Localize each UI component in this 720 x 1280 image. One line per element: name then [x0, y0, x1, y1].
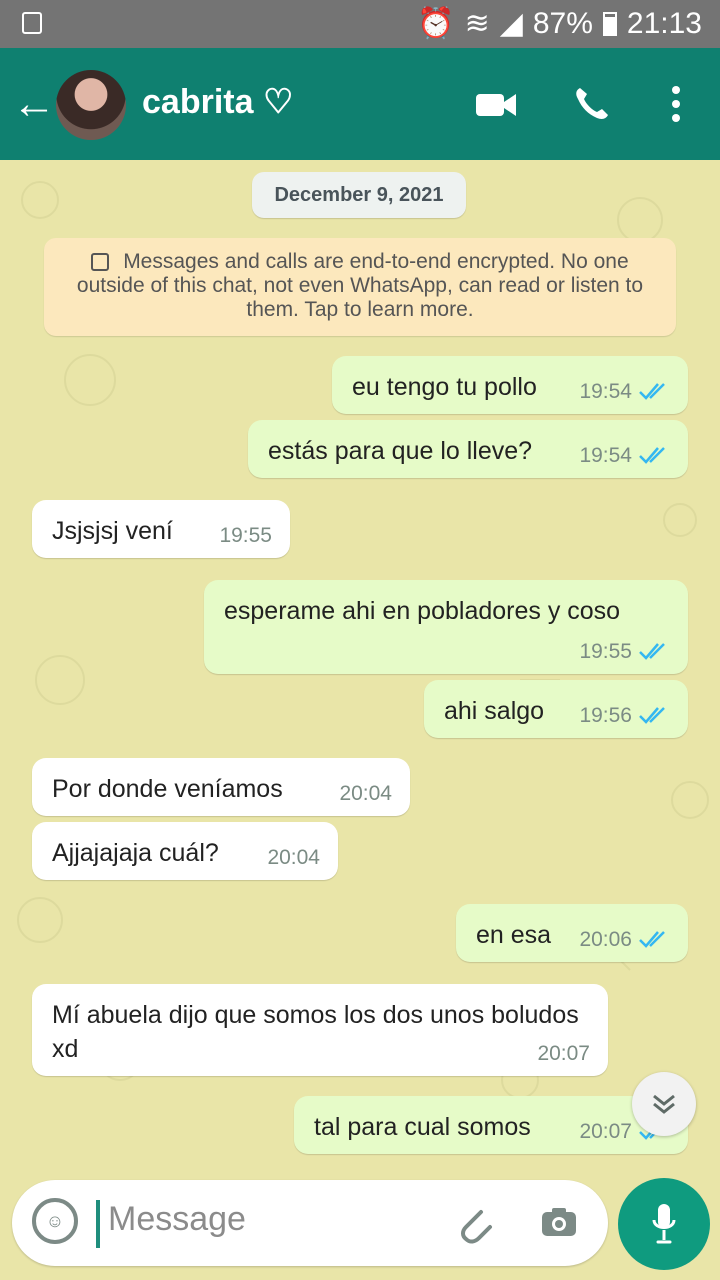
- message-time: 20:07: [579, 1120, 632, 1143]
- message-time: 19:55: [219, 524, 272, 547]
- message-time: 20:04: [339, 782, 392, 805]
- contact-name[interactable]: cabrita ♡: [142, 82, 293, 122]
- message-text: esperame ahi en pobladores y coso: [224, 597, 621, 625]
- camera-icon[interactable]: [538, 1202, 580, 1244]
- video-call-icon[interactable]: [474, 88, 518, 122]
- message-bubble-outgoing[interactable]: ahi salgo 19:56: [424, 680, 688, 738]
- message-time: 20:06: [579, 928, 632, 951]
- read-receipt-icon: [639, 383, 665, 400]
- message-bubble-outgoing[interactable]: eu tengo tu pollo 19:54: [332, 356, 688, 414]
- alarm-icon: ⏰: [417, 7, 455, 40]
- battery-icon: [602, 11, 617, 36]
- lock-icon: [91, 253, 110, 272]
- message-bubble-incoming[interactable]: Mí abuela dijo que somos los dos unos bo…: [32, 984, 608, 1076]
- encryption-notice-text: Messages and calls are end-to-end encryp…: [76, 250, 644, 321]
- message-time: 19:54: [579, 444, 632, 467]
- message-time: 20:07: [537, 1042, 590, 1065]
- message-text: Mí abuela dijo que somos los dos unos bo…: [52, 1001, 579, 1063]
- message-time: 19:55: [579, 640, 632, 663]
- status-bar: ⏰ ≋ ◢ 87% 21:13: [0, 0, 720, 48]
- more-icon[interactable]: [670, 84, 682, 124]
- message-bubble-incoming[interactable]: Jsjsjsj vení 19:55: [32, 500, 290, 558]
- wifi-icon: ≋: [464, 7, 490, 40]
- double-chevron-down-icon: [653, 1094, 675, 1114]
- mic-button[interactable]: [618, 1178, 710, 1270]
- phone-icon[interactable]: [572, 84, 612, 124]
- date-separator: December 9, 2021: [252, 172, 466, 218]
- message-bubble-incoming[interactable]: Ajjajajaja cuál? 20:04: [32, 822, 338, 880]
- recycle-icon: [22, 12, 42, 34]
- text-cursor: [96, 1200, 100, 1248]
- read-receipt-icon: [639, 643, 665, 660]
- avatar[interactable]: [56, 70, 126, 140]
- message-bubble-outgoing[interactable]: tal para cual somos 20:07: [294, 1096, 688, 1154]
- message-time: 20:04: [267, 846, 320, 869]
- signal-icon: ◢: [499, 7, 523, 40]
- message-bubble-outgoing[interactable]: esperame ahi en pobladores y coso 19:55: [204, 580, 688, 674]
- attach-icon[interactable]: [450, 1202, 496, 1248]
- message-input[interactable]: Message: [108, 1200, 246, 1239]
- mic-icon: [652, 1204, 676, 1244]
- message-time: 19:54: [579, 380, 632, 403]
- message-composer: ☺ Message: [12, 1180, 608, 1266]
- message-time: 19:56: [579, 704, 632, 727]
- encryption-notice[interactable]: Messages and calls are end-to-end encryp…: [44, 238, 676, 336]
- read-receipt-icon: [639, 931, 665, 948]
- emoji-icon[interactable]: ☺: [32, 1198, 78, 1244]
- read-receipt-icon: [639, 707, 665, 724]
- message-bubble-incoming[interactable]: Por donde veníamos 20:04: [32, 758, 410, 816]
- read-receipt-icon: [639, 447, 665, 464]
- scroll-to-bottom-button[interactable]: [632, 1072, 696, 1136]
- chat-header: ← cabrita ♡: [0, 48, 720, 160]
- message-text: ahi salgo: [444, 697, 545, 725]
- battery-percent: 87%: [532, 6, 593, 40]
- status-time: 21:13: [626, 6, 702, 40]
- back-icon[interactable]: ←: [12, 76, 56, 132]
- message-bubble-outgoing[interactable]: en esa 20:06: [456, 904, 688, 962]
- message-bubble-outgoing[interactable]: estás para que lo lleve? 19:54: [248, 420, 688, 478]
